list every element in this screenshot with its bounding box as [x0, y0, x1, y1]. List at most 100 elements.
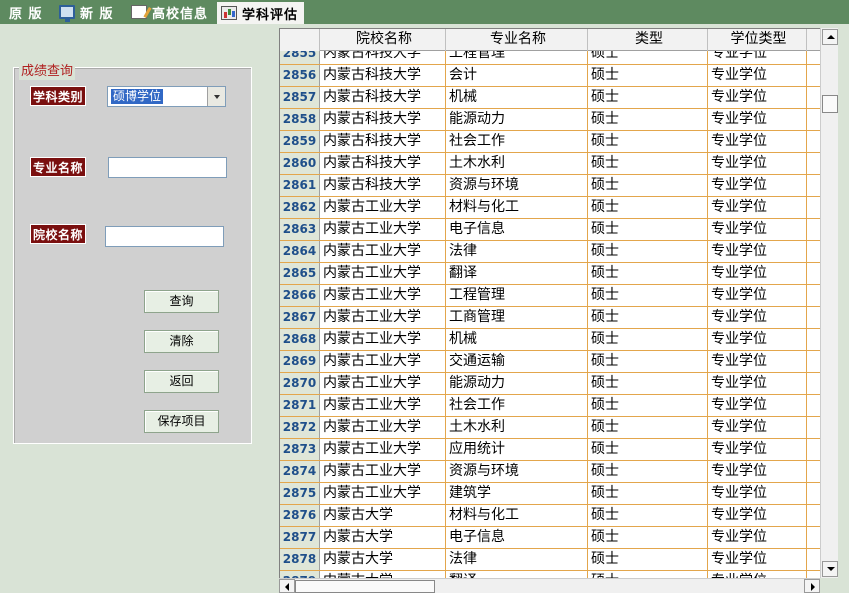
table-row[interactable]: 2870 内蒙古工业大学 能源动力 硕士 专业学位 [280, 373, 820, 395]
table-row[interactable]: 2855 内蒙古科技大学 工程管理 硕士 专业学位 [280, 51, 820, 65]
row-number-cell: 2860 [280, 153, 320, 174]
vertical-scrollbar[interactable] [820, 28, 838, 578]
grid-body: 2855 内蒙古科技大学 工程管理 硕士 专业学位 2856 内蒙古科技大学 会计 硕士 专业学位… [280, 51, 820, 578]
document-edit-icon [131, 5, 147, 19]
row-number-cell: 2874 [280, 461, 320, 482]
type-cell: 硕士 [588, 571, 708, 578]
major-name-cell: 法律 [446, 241, 588, 262]
horizontal-scroll-thumb[interactable] [295, 580, 435, 593]
extra-cell [807, 505, 820, 526]
clear-button[interactable]: 清除 [144, 330, 219, 353]
scroll-down-icon[interactable] [822, 561, 838, 577]
grid-header-major[interactable]: 专业名称 [446, 29, 588, 51]
grid-header: 院校名称 专业名称 类型 学位类型 [280, 29, 820, 51]
degree-type-cell: 专业学位 [708, 263, 807, 284]
major-name-cell: 法律 [446, 549, 588, 570]
tab-discipline-evaluation-label: 学科评估 [242, 7, 299, 23]
row-number-cell: 2873 [280, 439, 320, 460]
table-row[interactable]: 2875 内蒙古工业大学 建筑学 硕士 专业学位 [280, 483, 820, 505]
query-panel-title: 成绩查询 [19, 64, 76, 80]
type-cell: 硕士 [588, 153, 708, 174]
table-row[interactable]: 2878 内蒙古大学 法律 硕士 专业学位 [280, 549, 820, 571]
degree-type-cell: 专业学位 [708, 329, 807, 350]
degree-type-cell: 专业学位 [708, 65, 807, 86]
degree-type-cell: 专业学位 [708, 131, 807, 152]
type-cell: 硕士 [588, 285, 708, 306]
scroll-left-icon[interactable] [279, 579, 295, 593]
table-row[interactable]: 2859 内蒙古科技大学 社会工作 硕士 专业学位 [280, 131, 820, 153]
grid-header-extra [807, 29, 820, 51]
table-row[interactable]: 2874 内蒙古工业大学 资源与环境 硕士 专业学位 [280, 461, 820, 483]
tab-school-info[interactable]: 高校信息 [131, 2, 208, 22]
type-cell: 硕士 [588, 241, 708, 262]
tab-discipline-evaluation[interactable]: 学科评估 [217, 2, 305, 24]
query-button[interactable]: 查询 [144, 290, 219, 313]
school-name-cell: 内蒙古工业大学 [320, 197, 446, 218]
back-button[interactable]: 返回 [144, 370, 219, 393]
scroll-up-icon[interactable] [822, 29, 838, 45]
row-number-cell: 2857 [280, 87, 320, 108]
row-number-cell: 2858 [280, 109, 320, 130]
chevron-down-icon[interactable] [207, 87, 225, 106]
tab-school-info-label: 高校信息 [152, 6, 209, 22]
major-name-cell: 会计 [446, 65, 588, 86]
grid-header-school[interactable]: 院校名称 [320, 29, 446, 51]
grid-header-type[interactable]: 类型 [588, 29, 708, 51]
degree-type-cell: 专业学位 [708, 197, 807, 218]
scroll-right-icon[interactable] [804, 579, 820, 593]
school-name-cell: 内蒙古科技大学 [320, 87, 446, 108]
tab-original[interactable]: 原 版 [9, 2, 43, 22]
table-row[interactable]: 2856 内蒙古科技大学 会计 硕士 专业学位 [280, 65, 820, 87]
major-name-input[interactable] [108, 157, 227, 178]
table-row[interactable]: 2861 内蒙古科技大学 资源与环境 硕士 专业学位 [280, 175, 820, 197]
table-row[interactable]: 2864 内蒙古工业大学 法律 硕士 专业学位 [280, 241, 820, 263]
table-row[interactable]: 2871 内蒙古工业大学 社会工作 硕士 专业学位 [280, 395, 820, 417]
type-cell: 硕士 [588, 219, 708, 240]
table-row[interactable]: 2879内蒙古大学翻译硕士专业学位 [280, 571, 820, 578]
save-project-button[interactable]: 保存项目 [144, 410, 219, 433]
table-row[interactable]: 2865 内蒙古工业大学 翻译 硕士 专业学位 [280, 263, 820, 285]
table-row[interactable]: 2873 内蒙古工业大学 应用统计 硕士 专业学位 [280, 439, 820, 461]
monitor-icon [59, 5, 75, 22]
extra-cell [807, 197, 820, 218]
table-row[interactable]: 2863 内蒙古工业大学 电子信息 硕士 专业学位 [280, 219, 820, 241]
table-row[interactable]: 2860 内蒙古科技大学 土木水利 硕士 专业学位 [280, 153, 820, 175]
extra-cell [807, 329, 820, 350]
table-row[interactable]: 2869 内蒙古工业大学 交通运输 硕士 专业学位 [280, 351, 820, 373]
school-name-input[interactable] [105, 226, 224, 247]
degree-type-cell: 专业学位 [708, 549, 807, 570]
extra-cell [807, 175, 820, 196]
row-number-cell: 2871 [280, 395, 320, 416]
subject-category-select[interactable]: 硕博学位 [107, 86, 226, 107]
table-row[interactable]: 2868 内蒙古工业大学 机械 硕士 专业学位 [280, 329, 820, 351]
degree-type-cell: 专业学位 [708, 483, 807, 504]
table-row[interactable]: 2858 内蒙古科技大学 能源动力 硕士 专业学位 [280, 109, 820, 131]
type-cell: 硕士 [588, 373, 708, 394]
table-row[interactable]: 2862 内蒙古工业大学 材料与化工 硕士 专业学位 [280, 197, 820, 219]
extra-cell [807, 527, 820, 548]
school-name-cell: 内蒙古工业大学 [320, 417, 446, 438]
degree-type-cell: 专业学位 [708, 307, 807, 328]
school-name-cell: 内蒙古科技大学 [320, 153, 446, 174]
major-name-cell: 材料与化工 [446, 197, 588, 218]
degree-type-cell: 专业学位 [708, 175, 807, 196]
extra-cell [807, 153, 820, 174]
school-name-cell: 内蒙古工业大学 [320, 307, 446, 328]
school-name-cell: 内蒙古工业大学 [320, 395, 446, 416]
horizontal-scrollbar[interactable] [279, 578, 820, 593]
table-row[interactable]: 2877 内蒙古大学 电子信息 硕士 专业学位 [280, 527, 820, 549]
table-row[interactable]: 2867 内蒙古工业大学 工商管理 硕士 专业学位 [280, 307, 820, 329]
vertical-scroll-thumb[interactable] [822, 95, 838, 113]
table-row[interactable]: 2866 内蒙古工业大学 工程管理 硕士 专业学位 [280, 285, 820, 307]
table-row[interactable]: 2872 内蒙古工业大学 土木水利 硕士 专业学位 [280, 417, 820, 439]
school-name-cell: 内蒙古工业大学 [320, 373, 446, 394]
tab-new[interactable]: 新 版 [59, 2, 114, 22]
row-number-cell: 2867 [280, 307, 320, 328]
degree-type-cell: 专业学位 [708, 527, 807, 548]
table-row[interactable]: 2876 内蒙古大学 材料与化工 硕士 专业学位 [280, 505, 820, 527]
row-number-cell: 2861 [280, 175, 320, 196]
table-row[interactable]: 2857 内蒙古科技大学 机械 硕士 专业学位 [280, 87, 820, 109]
degree-type-cell: 专业学位 [708, 417, 807, 438]
grid-header-degree[interactable]: 学位类型 [708, 29, 807, 51]
degree-type-cell: 专业学位 [708, 571, 807, 578]
